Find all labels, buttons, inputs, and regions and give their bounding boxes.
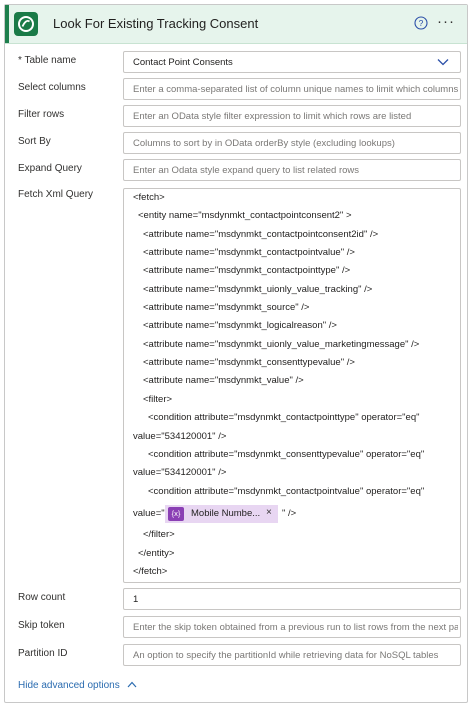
table-name-value: Contact Point Consents	[133, 57, 233, 68]
row-count-label: Row count	[18, 592, 66, 603]
chevron-down-icon	[437, 59, 449, 66]
xml-line: <attribute name="msdynmkt_consenttypeval…	[143, 357, 355, 368]
xml-line: <attribute name="msdynmkt_uionly_value_m…	[143, 339, 420, 350]
skip-token-label: Skip token	[18, 620, 65, 631]
xml-line: </entity>	[138, 548, 175, 559]
row-count-value: 1	[133, 594, 139, 605]
expand-query-placeholder: Enter an Odata style expand query to lis…	[133, 165, 360, 176]
xml-line: <condition attribute="msdynmkt_contactpo…	[148, 486, 425, 497]
card-header[interactable]: Look For Existing Tracking Consent ? ···	[5, 5, 467, 44]
svg-text:?: ?	[419, 18, 424, 28]
sort-by-input[interactable]: Columns to sort by in OData orderBy styl…	[123, 132, 461, 154]
filter-rows-placeholder: Enter an OData style filter expression t…	[133, 111, 412, 122]
more-options-icon[interactable]: ···	[437, 13, 455, 30]
xml-line: <attribute name="msdynmkt_uionly_value_t…	[143, 284, 373, 295]
xml-line: </filter>	[143, 529, 175, 540]
skip-token-placeholder: Enter the skip token obtained from a pre…	[133, 622, 458, 633]
table-name-label: * Table name	[18, 55, 77, 66]
expression-icon: {x}	[168, 507, 184, 521]
token-label: Mobile Numbe...	[191, 508, 261, 519]
xml-line: value="	[133, 508, 165, 519]
select-columns-placeholder: Enter a comma-separated list of column u…	[133, 84, 458, 95]
fetch-xml-label: Fetch Xml Query	[18, 189, 94, 200]
action-title: Look For Existing Tracking Consent	[53, 16, 259, 31]
action-card: Look For Existing Tracking Consent ? ···…	[4, 4, 468, 703]
dataverse-logo-icon	[14, 12, 38, 36]
chevron-up-icon	[127, 681, 136, 688]
xml-line: <attribute name="msdynmkt_contactpointty…	[143, 265, 351, 276]
skip-token-input[interactable]: Enter the skip token obtained from a pre…	[123, 616, 461, 638]
partition-id-input[interactable]: An option to specify the partitionId whi…	[123, 644, 461, 666]
dynamic-content-token[interactable]: {x} Mobile Numbe... ×	[165, 505, 278, 523]
xml-line: <fetch>	[133, 192, 165, 203]
expand-query-label: Expand Query	[18, 163, 82, 174]
xml-line: <filter>	[143, 394, 173, 405]
sort-by-placeholder: Columns to sort by in OData orderBy styl…	[133, 138, 395, 149]
xml-line: value="534120001" />	[133, 431, 227, 442]
partition-id-placeholder: An option to specify the partitionId whi…	[133, 650, 439, 661]
xml-line: </fetch>	[133, 566, 168, 577]
xml-line: <attribute name="msdynmkt_contactpointva…	[143, 247, 355, 258]
filter-rows-input[interactable]: Enter an OData style filter expression t…	[123, 105, 461, 127]
xml-line: <attribute name="msdynmkt_value" />	[143, 375, 304, 386]
xml-line: <condition attribute="msdynmkt_consentty…	[148, 449, 425, 460]
xml-line: <attribute name="msdynmkt_logicalreason"…	[143, 320, 337, 331]
xml-line: <attribute name="msdynmkt_contactpointco…	[143, 229, 379, 240]
remove-token-icon[interactable]: ×	[266, 507, 272, 518]
xml-line: <attribute name="msdynmkt_source" />	[143, 302, 310, 313]
help-circle-icon[interactable]: ?	[414, 16, 428, 30]
hide-advanced-options-link[interactable]: Hide advanced options	[18, 680, 137, 691]
filter-rows-label: Filter rows	[18, 109, 65, 120]
select-columns-label: Select columns	[18, 82, 86, 93]
xml-line: " />	[282, 508, 297, 519]
xml-line: <entity name="msdynmkt_contactpointconse…	[138, 210, 352, 221]
partition-id-label: Partition ID	[18, 648, 68, 659]
row-count-input[interactable]: 1	[123, 588, 461, 610]
xml-line: value="534120001" />	[133, 467, 227, 478]
sort-by-label: Sort By	[18, 136, 51, 147]
xml-line: <condition attribute="msdynmkt_contactpo…	[148, 412, 420, 423]
hide-advanced-options-label: Hide advanced options	[18, 680, 120, 691]
table-name-select[interactable]: Contact Point Consents	[123, 51, 461, 73]
select-columns-input[interactable]: Enter a comma-separated list of column u…	[123, 78, 461, 100]
expand-query-input[interactable]: Enter an Odata style expand query to lis…	[123, 159, 461, 181]
